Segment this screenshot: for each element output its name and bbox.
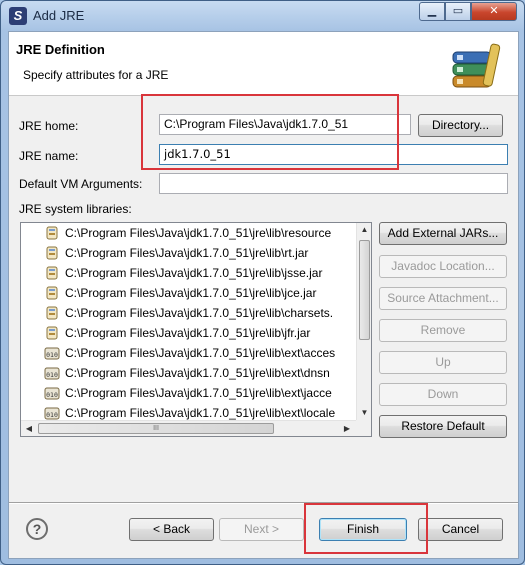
remove-button[interactable]: Remove [379,319,507,342]
vm-arguments-label: Default VM Arguments: [19,177,143,191]
directory-button[interactable]: Directory... [418,114,503,137]
vertical-scrollbar[interactable]: ▲ ▼ [356,223,371,420]
svg-text:010: 010 [46,391,58,399]
banner-description: Specify attributes for a JRE [23,68,169,82]
system-libraries-label: JRE system libraries: [19,202,132,216]
close-button[interactable]: ✕ [471,2,517,21]
jar-icon [46,266,58,280]
binary-jar-icon: 010 [44,367,60,380]
scroll-left-arrow-icon[interactable]: ◀ [23,424,35,433]
finish-highlight-box [304,503,428,554]
title-bar[interactable]: S Add JRE ▁ ▭ ✕ [1,1,524,31]
scroll-right-arrow-icon[interactable]: ▶ [341,424,353,433]
banner-title: JRE Definition [16,42,105,57]
system-libraries-list[interactable]: C:\Program Files\Java\jdk1.7.0_51\jre\li… [20,222,372,437]
library-list-item[interactable]: C:\Program Files\Java\jdk1.7.0_51\jre\li… [21,283,356,303]
jar-icon [46,326,58,340]
wizard-banner: JRE Definition Specify attributes for a … [9,32,518,96]
horizontal-scroll-thumb[interactable]: III [38,423,274,434]
javadoc-location-button[interactable]: Javadoc Location... [379,255,507,278]
library-path: C:\Program Files\Java\jdk1.7.0_51\jre\li… [65,226,332,240]
add-jre-window: S Add JRE ▁ ▭ ✕ JRE Definition Specify a… [0,0,525,565]
library-path: C:\Program Files\Java\jdk1.7.0_51\jre\li… [65,326,311,340]
library-list-item[interactable]: C:\Program Files\Java\jdk1.7.0_51\jre\li… [21,263,356,283]
library-list-item[interactable]: C:\Program Files\Java\jdk1.7.0_51\jre\li… [21,323,356,343]
library-list-item[interactable]: 010 C:\Program Files\Java\jdk1.7.0_51\jre… [21,343,356,363]
eclipse-app-icon: S [9,7,27,25]
library-path: C:\Program Files\Java\jdk1.7.0_51\jre\li… [65,386,332,400]
library-items: C:\Program Files\Java\jdk1.7.0_51\jre\li… [21,223,356,420]
library-path: C:\Program Files\Java\jdk1.7.0_51\jre\li… [65,406,336,420]
library-list-item[interactable]: 010 C:\Program Files\Java\jdk1.7.0_51\jre… [21,363,356,383]
scroll-up-arrow-icon[interactable]: ▲ [357,225,371,234]
library-path: C:\Program Files\Java\jdk1.7.0_51\jre\li… [65,286,317,300]
library-path: C:\Program Files\Java\jdk1.7.0_51\jre\li… [65,266,323,280]
jar-icon [46,246,58,260]
scroll-corner [356,420,371,436]
vertical-scroll-thumb[interactable] [359,240,370,340]
library-list-item[interactable]: C:\Program Files\Java\jdk1.7.0_51\jre\li… [21,243,356,263]
library-list-item[interactable]: C:\Program Files\Java\jdk1.7.0_51\jre\li… [21,303,356,323]
jar-icon [46,286,58,300]
library-list-item[interactable]: 010 C:\Program Files\Java\jdk1.7.0_51\jre… [21,383,356,403]
horizontal-scrollbar[interactable]: ◀ III ▶ [21,420,356,436]
jre-home-label: JRE home: [19,119,79,133]
down-button[interactable]: Down [379,383,507,406]
jar-icon [46,306,58,320]
jre-name-label: JRE name: [19,149,79,163]
footer-separator [9,502,518,504]
svg-text:010: 010 [46,351,58,359]
window-title: Add JRE [33,8,85,23]
minimize-button[interactable]: ▁ [419,2,445,21]
library-books-icon [452,43,501,88]
library-list-item[interactable]: 010 C:\Program Files\Java\jdk1.7.0_51\jre… [21,403,356,420]
svg-text:010: 010 [46,371,58,379]
library-path: C:\Program Files\Java\jdk1.7.0_51\jre\li… [65,246,309,260]
source-attachment-button[interactable]: Source Attachment... [379,287,507,310]
binary-jar-icon: 010 [44,347,60,360]
maximize-button[interactable]: ▭ [445,2,471,21]
jre-fields-highlight-box [141,94,399,170]
binary-jar-icon: 010 [44,387,60,400]
binary-jar-icon: 010 [44,407,60,420]
library-path: C:\Program Files\Java\jdk1.7.0_51\jre\li… [65,306,334,320]
back-button[interactable]: < Back [129,518,214,541]
up-button[interactable]: Up [379,351,507,374]
library-path: C:\Program Files\Java\jdk1.7.0_51\jre\li… [65,346,336,360]
vm-arguments-field[interactable] [159,173,508,194]
svg-text:010: 010 [46,411,58,419]
library-path: C:\Program Files\Java\jdk1.7.0_51\jre\li… [65,366,330,380]
library-list-item[interactable]: C:\Program Files\Java\jdk1.7.0_51\jre\li… [21,223,356,243]
next-button[interactable]: Next > [219,518,304,541]
restore-default-button[interactable]: Restore Default [379,415,507,438]
cancel-button[interactable]: Cancel [418,518,503,541]
help-icon[interactable]: ? [26,518,48,540]
jar-icon [46,226,58,240]
scroll-down-arrow-icon[interactable]: ▼ [357,408,371,417]
add-external-jars-button[interactable]: Add External JARs... [379,222,507,245]
